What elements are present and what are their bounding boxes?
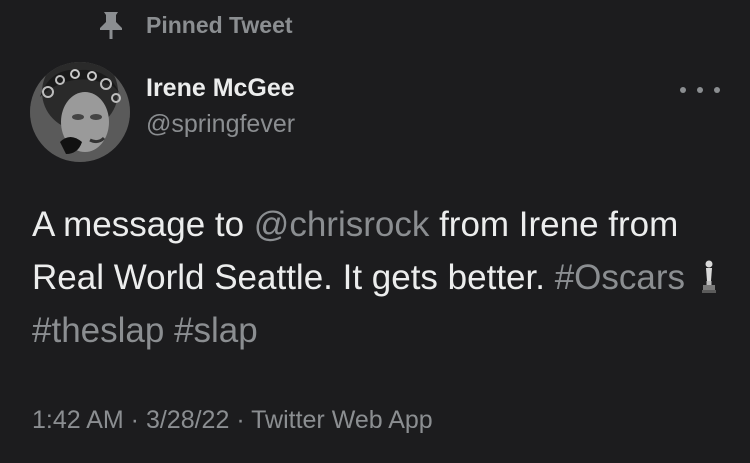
user-handle[interactable]: @springfever bbox=[146, 110, 295, 139]
more-options-icon[interactable] bbox=[680, 80, 720, 100]
pinned-indicator: Pinned Tweet bbox=[98, 8, 293, 42]
avatar[interactable] bbox=[30, 62, 130, 162]
hashtag-link[interactable]: #slap bbox=[174, 311, 258, 350]
tweet-text-part: A message to bbox=[32, 205, 254, 244]
meta-separator: · bbox=[229, 406, 252, 434]
pinned-label: Pinned Tweet bbox=[146, 11, 293, 38]
avatar-photo bbox=[30, 62, 130, 162]
tweet-text: A message to @chrisrock from Irene from … bbox=[32, 198, 732, 357]
display-name[interactable]: Irene McGee bbox=[146, 74, 295, 103]
oscar-trophy-emoji bbox=[701, 260, 716, 293]
meta-separator: · bbox=[123, 406, 146, 434]
tweet-meta: 1:42 AM · 3/28/22 · Twitter Web App bbox=[32, 406, 433, 435]
tweet-text-part bbox=[164, 311, 174, 350]
mention-link[interactable]: @chrisrock bbox=[254, 205, 430, 244]
pin-icon bbox=[100, 12, 122, 39]
tweet-source[interactable]: Twitter Web App bbox=[251, 406, 433, 434]
hashtag-link[interactable]: #theslap bbox=[32, 311, 164, 350]
hashtag-link[interactable]: #Oscars bbox=[555, 258, 685, 297]
tweet-time[interactable]: 1:42 AM bbox=[32, 406, 124, 434]
tweet-date[interactable]: 3/28/22 bbox=[146, 406, 229, 434]
